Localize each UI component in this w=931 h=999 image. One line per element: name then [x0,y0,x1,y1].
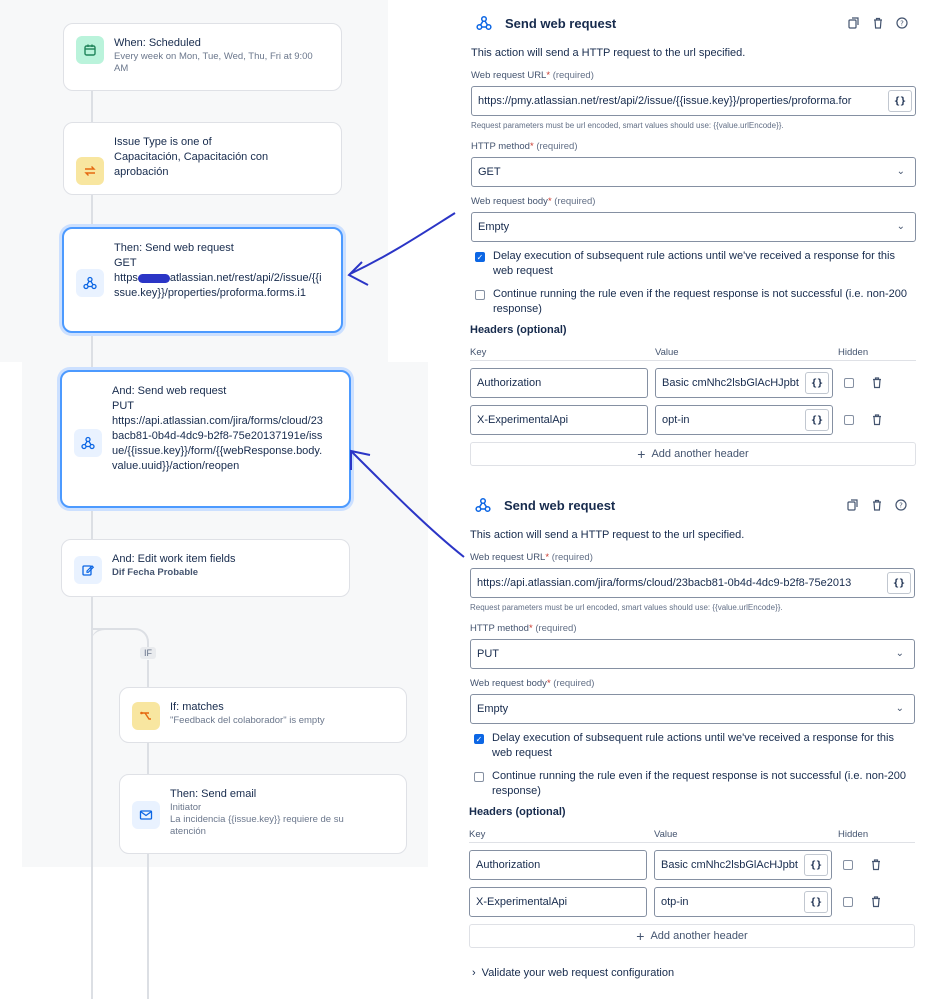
annotation-arrow-1 [349,212,456,275]
annotation-arrow-2 [351,451,465,558]
annotation-arrows [347,212,465,558]
